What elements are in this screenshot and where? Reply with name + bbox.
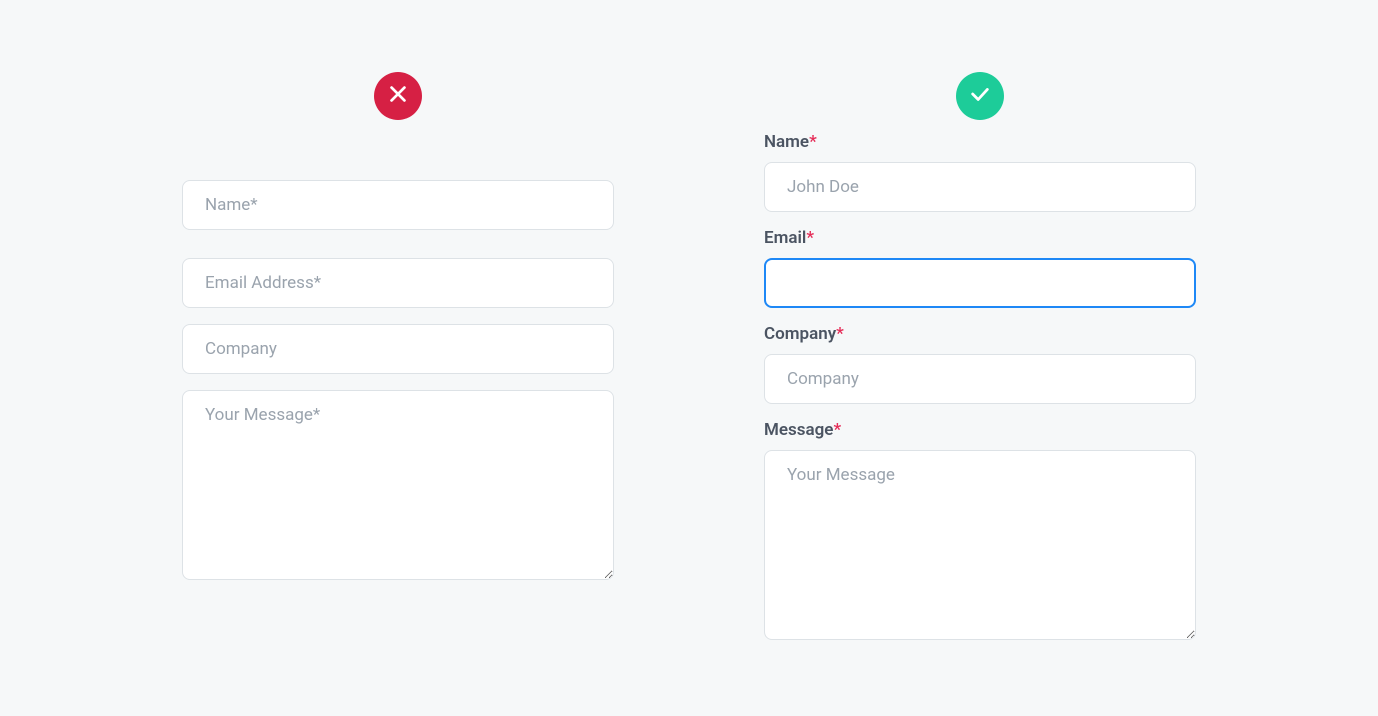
bad-name-input[interactable] [182, 180, 614, 230]
good-company-group: Company* [764, 324, 1196, 404]
label-text: Name [764, 132, 809, 152]
good-badge [956, 72, 1004, 120]
good-company-label: Company* [764, 324, 1196, 344]
bad-form [182, 132, 614, 584]
bad-company-input[interactable] [182, 324, 614, 374]
good-example-column: Name* Email* Company* Message* [764, 72, 1196, 660]
close-icon [387, 83, 409, 109]
good-name-group: Name* [764, 132, 1196, 212]
bad-email-group [182, 258, 614, 308]
check-icon [969, 83, 991, 109]
bad-badge [374, 72, 422, 120]
bad-message-textarea[interactable] [182, 390, 614, 580]
good-message-label: Message* [764, 420, 1196, 440]
good-email-group: Email* [764, 228, 1196, 308]
good-company-input[interactable] [764, 354, 1196, 404]
good-email-label: Email* [764, 228, 1196, 248]
required-marker: * [809, 132, 817, 152]
label-text: Message [764, 420, 833, 440]
required-marker: * [833, 420, 841, 440]
bad-name-group [182, 180, 614, 230]
bad-message-group [182, 390, 614, 584]
good-form: Name* Email* Company* Message* [764, 132, 1196, 660]
label-text: Company [764, 324, 836, 344]
label-text: Email [764, 228, 806, 248]
required-marker: * [806, 228, 814, 248]
good-name-input[interactable] [764, 162, 1196, 212]
bad-company-group [182, 324, 614, 374]
bad-example-column [182, 72, 614, 660]
good-email-input[interactable] [764, 258, 1196, 308]
required-marker: * [836, 324, 844, 344]
good-message-group: Message* [764, 420, 1196, 644]
comparison-container: Name* Email* Company* Message* [0, 0, 1378, 660]
good-message-textarea[interactable] [764, 450, 1196, 640]
good-name-label: Name* [764, 132, 1196, 152]
bad-email-input[interactable] [182, 258, 614, 308]
